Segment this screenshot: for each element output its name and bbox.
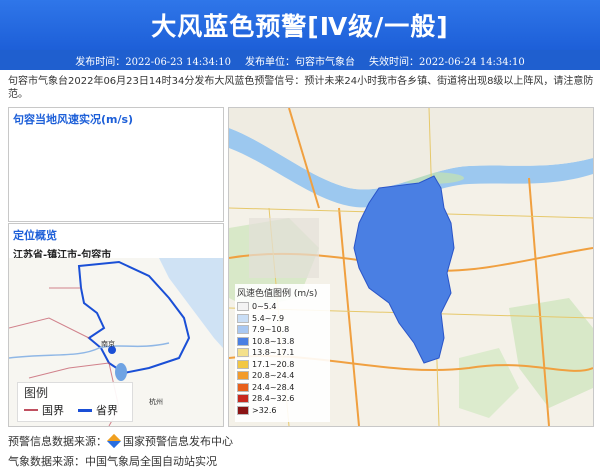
wind-legend-item: 28.4~32.6 (235, 393, 330, 405)
wind-legend-swatch (237, 302, 249, 312)
overview-legend: 图例 国界 省界 (17, 382, 133, 422)
wind-legend-label: 5.4~7.9 (252, 313, 285, 323)
wind-legend-swatch (237, 371, 249, 381)
wind-legend-label: 24.4~28.4 (252, 382, 295, 392)
wind-legend-label: 10.8~13.8 (252, 336, 295, 346)
wind-legend-swatch (237, 348, 249, 358)
wind-legend-item: 20.8~24.4 (235, 370, 330, 382)
wind-legend: 风速色值图例 (m/s) 0~5.4 5.4~7.9 7.9~10.8 10.8~13… (235, 284, 330, 422)
release-center-logo-icon (106, 433, 122, 449)
weather-source: 气象数据来源： 中国气象局全国自动站实况 (8, 453, 217, 469)
wind-legend-label: 7.9~10.8 (252, 325, 290, 335)
map-label-hangzhou: 杭州 (149, 397, 163, 406)
warning-source-value[interactable]: 国家预警信息发布中心 (123, 433, 233, 449)
wind-legend-label: >32.6 (252, 405, 277, 415)
wind-legend-item: >32.6 (235, 405, 330, 417)
wind-legend-item: 10.8~13.8 (235, 336, 330, 348)
weather-source-value: 中国气象局全国自动站实况 (85, 455, 217, 468)
overview-legend-title: 图例 (24, 386, 49, 400)
wind-legend-item: 5.4~7.9 (235, 313, 330, 325)
expire-time: 失效时间：2022-06-24 14:34:10 (369, 56, 525, 68)
wind-legend-swatch (237, 359, 249, 369)
wind-legend-swatch (237, 325, 249, 335)
wind-legend-swatch (237, 394, 249, 404)
publish-time: 发布时间：2022-06-23 14:34:10 (75, 56, 231, 68)
provincial-border-swatch (78, 408, 92, 412)
publisher: 发布单位：句容市气象台 (245, 56, 355, 68)
location-panel: 定位概览 江苏省-镇江市-句容市 南京 杭州 图例 国界 省界 (8, 223, 224, 427)
warning-meta-bar: 发布时间：2022-06-23 14:34:10 发布单位：句容市气象台 失效时… (0, 50, 600, 70)
wind-legend-item: 17.1~20.8 (235, 359, 330, 371)
wind-legend-title: 风速色值图例 (m/s) (237, 289, 318, 299)
wind-legend-label: 20.8~24.4 (252, 371, 295, 381)
national-border-swatch (24, 409, 38, 411)
warning-title: 大风蓝色预警[Ⅳ级/一般] (151, 12, 449, 41)
national-border-label: 国界 (42, 404, 64, 417)
wind-legend-item: 0~5.4 (235, 301, 330, 313)
urban-area (249, 218, 319, 278)
wind-legend-label: 28.4~32.6 (252, 394, 295, 404)
wind-legend-label: 17.1~20.8 (252, 359, 295, 369)
main-map-panel: 风速色值图例 (m/s) 0~5.4 5.4~7.9 7.9~10.8 10.8~13… (228, 107, 594, 427)
wind-legend-swatch (237, 382, 249, 392)
provincial-border-label: 省界 (96, 404, 118, 417)
warning-source-label: 预警信息数据来源： (8, 435, 107, 448)
weather-source-label: 气象数据来源： (8, 455, 85, 468)
wind-speed-panel: 句容当地风速实况(m/s) (8, 107, 224, 222)
wind-legend-swatch (237, 405, 249, 415)
wind-legend-item: 7.9~10.8 (235, 324, 330, 336)
wind-legend-label: 0~5.4 (252, 302, 277, 312)
wind-legend-swatch (237, 313, 249, 323)
warning-description: 句容市气象台2022年06月23日14时34分发布大风蓝色预警信号：预计未来24… (8, 76, 594, 100)
warning-source: 预警信息数据来源： 国家预警信息发布中心 (8, 433, 233, 449)
wind-legend-item: 13.8~17.1 (235, 347, 330, 359)
wind-legend-item: 24.4~28.4 (235, 382, 330, 394)
warning-header: 大风蓝色预警[Ⅳ级/一般] (0, 0, 600, 50)
lake (115, 363, 127, 381)
wind-legend-swatch (237, 336, 249, 346)
wind-legend-label: 13.8~17.1 (252, 348, 295, 358)
location-title: 定位概览 (13, 229, 57, 242)
map-label-nanjing: 南京 (101, 339, 115, 348)
wind-speed-title: 句容当地风速实况(m/s) (13, 113, 134, 126)
